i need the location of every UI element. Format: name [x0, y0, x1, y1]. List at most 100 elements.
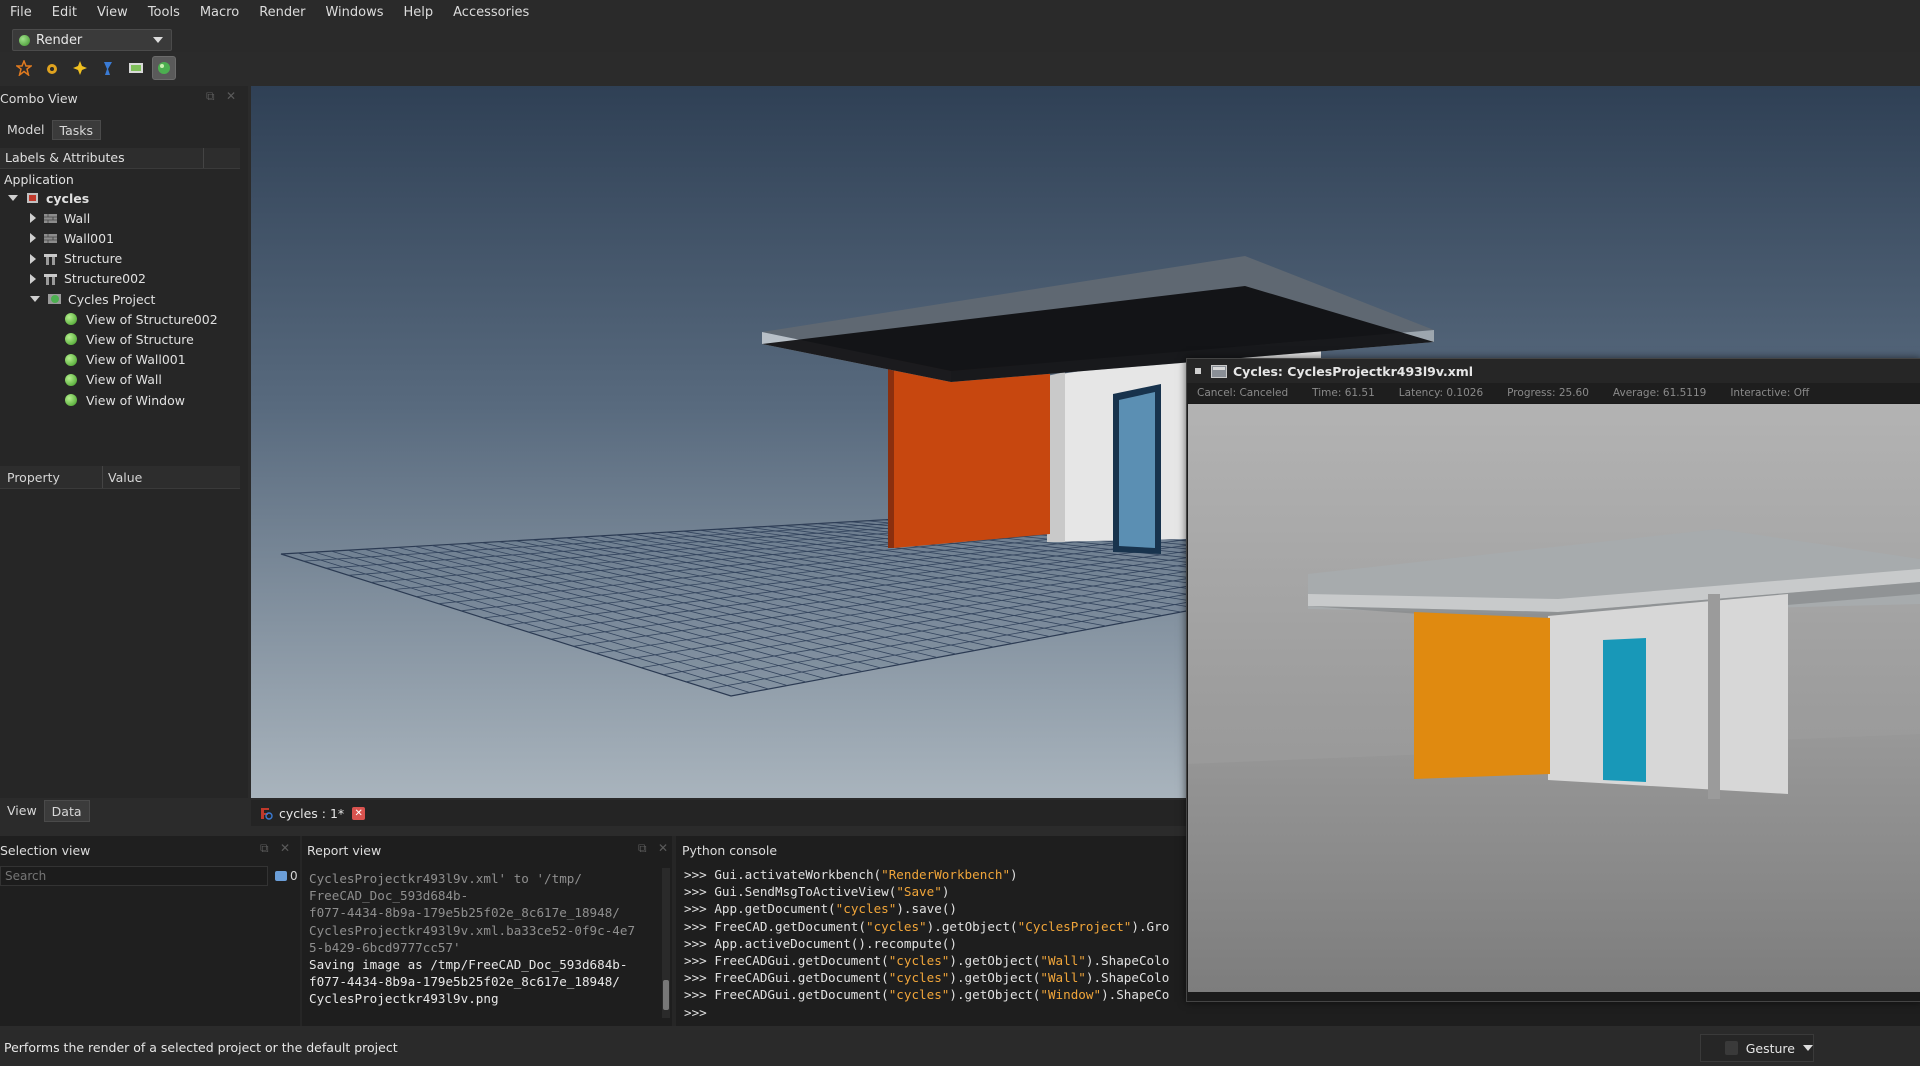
workbench-selector[interactable]: Render [12, 29, 172, 51]
tree-child-label: View of Window [86, 392, 185, 408]
lamp-icon[interactable] [96, 56, 120, 80]
console-line: >>> FreeCADGui.getDocument("cycles").get… [684, 952, 1169, 969]
stat-cancel: Cancel: Canceled [1197, 387, 1289, 399]
document-icon [27, 193, 38, 203]
menu-windows[interactable]: Windows [315, 0, 393, 26]
expand-arrow-icon[interactable] [30, 213, 36, 223]
combo-view-title: Combo View [0, 91, 78, 106]
render-view-icon [65, 353, 77, 366]
add-view-icon[interactable] [68, 56, 92, 80]
code-text: ).ShapeColo [1085, 953, 1170, 969]
code-text: ).ShapeColo [1085, 970, 1170, 986]
tree-item[interactable]: Cycles Project [30, 290, 155, 308]
float-panel-icon[interactable]: ⧉ [260, 841, 269, 856]
tree-item[interactable]: Structure [30, 250, 122, 268]
menu-accessories[interactable]: Accessories [443, 0, 539, 26]
close-panel-icon[interactable]: ✕ [226, 89, 236, 103]
code-text: ).getObject( [926, 918, 1018, 934]
expand-arrow-icon[interactable] [30, 253, 36, 264]
image-window-icon [1211, 364, 1227, 378]
window-menu-icon[interactable] [1195, 368, 1201, 374]
tree-item-label: Wall001 [64, 230, 115, 246]
tree-item-label: Structure [64, 251, 123, 267]
code-text: >>> FreeCADGui.getDocument( [684, 970, 889, 986]
rendered-image [1188, 404, 1920, 992]
report-line: 5-b429-6bcd9777cc57' [309, 939, 461, 955]
python-console-title: Python console [682, 843, 778, 858]
menu-tools[interactable]: Tools [138, 0, 190, 26]
header-divider [203, 148, 204, 168]
tree-child-item[interactable]: View of Structure [65, 330, 194, 348]
float-panel-icon[interactable]: ⧉ [206, 89, 215, 104]
code-text: >>> Gui.SendMsgToActiveView( [684, 884, 897, 900]
render-settings-icon[interactable] [40, 56, 64, 80]
string-literal: "cycles" [888, 970, 950, 986]
string-literal: "cycles" [865, 918, 927, 934]
tab-view[interactable]: View [0, 800, 44, 822]
report-line: CyclesProjectkr493l9v.xml.ba33ce52-0f9c-… [309, 922, 636, 938]
string-literal: "cycles" [835, 901, 897, 917]
close-panel-icon[interactable]: ✕ [658, 841, 668, 855]
menu-file[interactable]: File [0, 0, 42, 26]
document-label: cycles [46, 190, 90, 206]
report-scrollbar-thumb[interactable] [663, 980, 669, 1010]
string-literal: "Wall" [1040, 953, 1086, 969]
console-line: >>> Gui.activateWorkbench("RenderWorkben… [684, 866, 1169, 883]
string-literal: "CyclesProject" [1017, 918, 1132, 934]
expand-arrow-icon[interactable] [30, 296, 40, 303]
menu-macro[interactable]: Macro [190, 0, 249, 26]
new-project-icon[interactable] [12, 56, 36, 80]
chevron-down-icon [1803, 1045, 1813, 1051]
tree-item[interactable]: Wall001 [30, 229, 114, 247]
python-console-output[interactable]: >>> Gui.activateWorkbench("RenderWorkben… [684, 866, 1169, 1021]
render-preview-drawing [1188, 404, 1920, 992]
render-window [1603, 638, 1646, 782]
render-toolbar [12, 56, 176, 82]
render-orange-wall [1414, 612, 1550, 779]
code-text: ).ShapeCo [1101, 987, 1170, 1003]
code-text: ).getObject( [949, 953, 1041, 969]
tree-item[interactable]: Structure002 [30, 270, 146, 288]
value-column-header: Value [108, 469, 143, 485]
menu-help[interactable]: Help [394, 0, 444, 26]
tab-tasks[interactable]: Tasks [51, 120, 102, 140]
expand-arrow-icon[interactable] [30, 273, 36, 284]
tree-application: Application [4, 171, 74, 187]
code-text: >>> App.getDocument( [684, 901, 836, 917]
expand-arrow-icon[interactable] [8, 195, 18, 201]
expand-arrow-icon[interactable] [30, 233, 36, 244]
string-literal: "cycles" [888, 987, 950, 1003]
selection-search-input[interactable] [0, 866, 268, 886]
close-panel-icon[interactable]: ✕ [280, 841, 290, 855]
document-tab[interactable]: cycles : 1* ✕ [255, 802, 366, 824]
menu-edit[interactable]: Edit [42, 0, 87, 26]
code-text: >>> App.activeDocument().recompute() [684, 935, 957, 951]
freecad-document-icon [261, 808, 273, 820]
report-line: CyclesProjectkr493l9v.png [309, 991, 499, 1007]
window-glass [1119, 392, 1155, 548]
menu-render[interactable]: Render [249, 0, 315, 26]
status-bar: Performs the render of a selected projec… [0, 1030, 1920, 1066]
tab-data[interactable]: Data [43, 800, 90, 822]
tree-child-item[interactable]: View of Wall001 [65, 351, 186, 369]
tree-child-item[interactable]: View of Window [65, 391, 185, 409]
menu-view[interactable]: View [87, 0, 138, 26]
string-literal: "Wall" [1040, 970, 1086, 986]
code-text: ).getObject( [949, 987, 1041, 1003]
selection-view-panel [0, 836, 300, 1026]
tree-child-item[interactable]: View of Structure002 [65, 310, 218, 328]
code-text: ).save() [896, 901, 957, 917]
tree-document[interactable]: cycles [8, 189, 89, 207]
render-window-titlebar[interactable]: Cycles: CyclesProjectkr493l9v.xml [1187, 359, 1920, 383]
render-project-icon[interactable] [152, 56, 176, 80]
close-tab-icon[interactable]: ✕ [352, 806, 366, 820]
render-white-wall [1548, 594, 1788, 794]
render-image-icon[interactable] [124, 56, 148, 80]
selection-icon [275, 871, 287, 881]
tree-child-item[interactable]: View of Wall [65, 371, 162, 389]
float-panel-icon[interactable]: ⧉ [638, 841, 647, 856]
navigation-style-button[interactable]: Gesture [1700, 1034, 1814, 1062]
tab-model[interactable]: Model [0, 120, 52, 140]
tree-item[interactable]: Wall [30, 209, 90, 227]
structure-icon [44, 273, 57, 285]
